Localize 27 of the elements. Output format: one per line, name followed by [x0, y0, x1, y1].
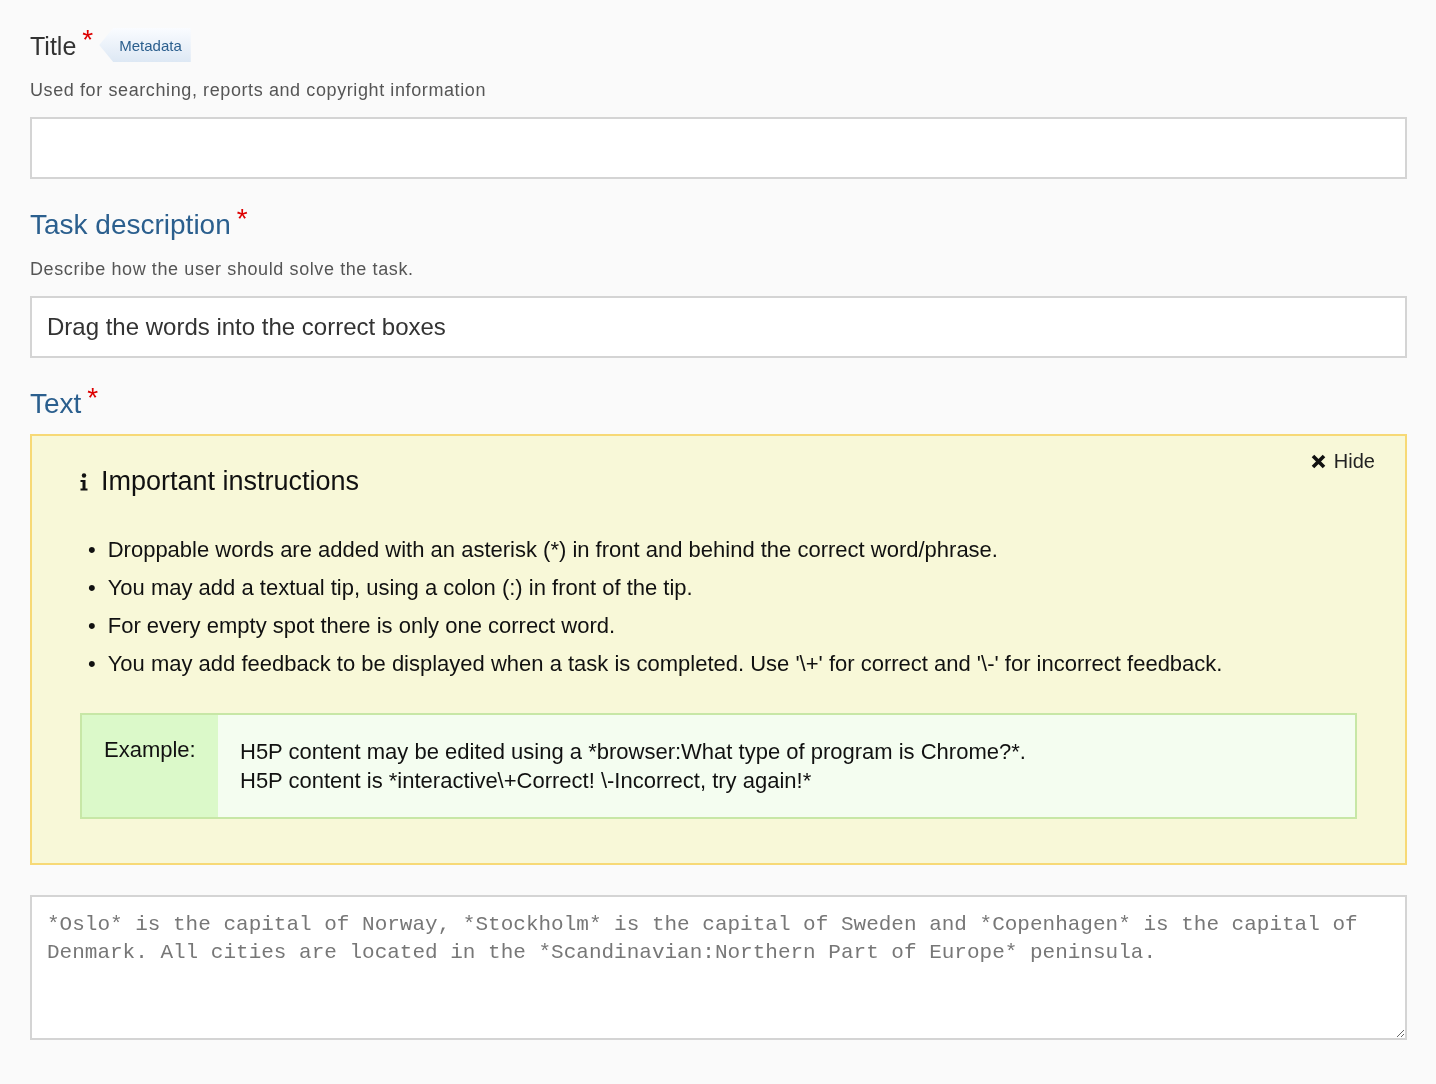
field-label: Text — [30, 387, 82, 421]
field-description: Describe how the user should solve the task. — [30, 259, 415, 280]
metadata-button[interactable]: Metadata — [99, 28, 191, 62]
info-icon — [80, 472, 88, 491]
instructions-title: Important instructions — [101, 466, 360, 497]
instruction-item: You may add a textual tip, using a colon (:) in front of the tip. — [107, 574, 693, 602]
hide-button[interactable]: Hide — [1310, 450, 1375, 473]
required-asterisk: * — [236, 205, 248, 233]
instruction-item: Droppable words are added with an asterisk (*) in front and behind the correct word/phrase. — [107, 536, 998, 564]
example-line: H5P content may be edited using a *browser:What type of program is Chrome?*. — [240, 738, 1026, 766]
required-asterisk: * — [82, 26, 94, 54]
instruction-item: For every empty spot there is only one correct word. — [107, 612, 616, 640]
required-asterisk: * — [87, 384, 99, 412]
field-description: Used for searching, reports and copyright information — [30, 80, 487, 101]
example-line: H5P content is *interactive\+Correct! \-Incorrect, try again!* — [240, 767, 813, 795]
bullet-marker: • — [88, 536, 96, 564]
field-label: Task description — [30, 208, 231, 242]
field-label: Title — [30, 31, 77, 62]
bullet-marker: • — [88, 612, 96, 640]
instruction-item: You may add feedback to be displayed when a task is completed. Use '\+' for correct and '\-' for incorrect feedback. — [107, 650, 1223, 678]
close-icon — [1310, 454, 1326, 469]
example-label: Example: — [82, 715, 218, 817]
bullet-marker: • — [88, 650, 96, 678]
bullet-marker: • — [88, 574, 96, 602]
text-area[interactable]: *Oslo* is the capital of Norway, *Stockholm* is the capital of Sweden and *Copenhagen* is the capital of Denmark. All cities are located in the *Scandinavian:Northern Part of Europe* peninsula. — [30, 895, 1407, 1040]
text-input[interactable] — [30, 117, 1407, 179]
text-input[interactable]: Drag the words into the correct boxes — [30, 296, 1407, 358]
